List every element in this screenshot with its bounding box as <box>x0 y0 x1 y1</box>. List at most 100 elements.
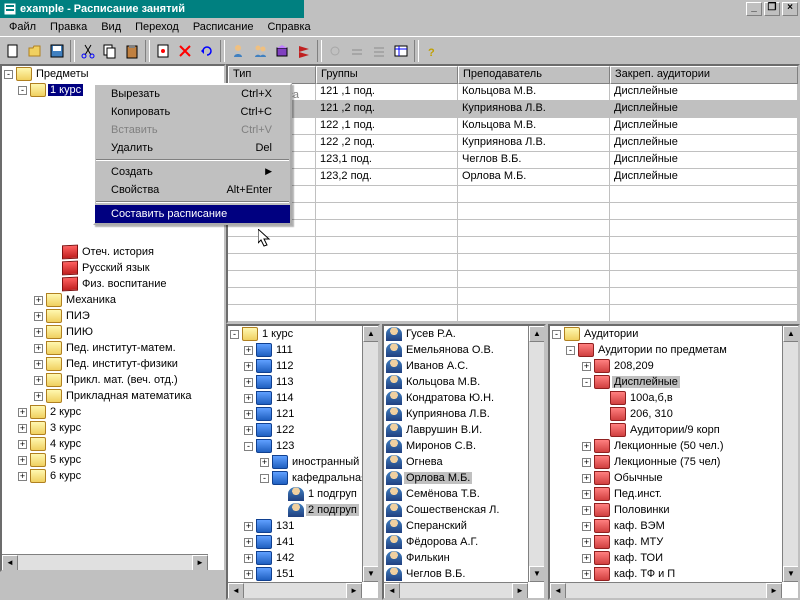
tree-kurs[interactable]: 5 курс <box>48 454 83 466</box>
tree-subject[interactable]: Отеч. история <box>80 246 156 258</box>
paste-icon[interactable] <box>121 40 143 62</box>
group-folder[interactable]: 151 <box>274 568 296 580</box>
menu-schedule[interactable]: Расписание <box>186 20 261 34</box>
nav1-icon[interactable] <box>227 40 249 62</box>
ctx-cut[interactable]: ВырезатьCtrl+X <box>95 85 290 103</box>
expand-icon[interactable]: + <box>34 376 43 385</box>
tree-kurs[interactable]: 6 курс <box>48 470 83 482</box>
room-cat[interactable]: Лекционные (75 чел) <box>612 456 722 468</box>
room-cat[interactable]: 208,209 <box>612 360 656 372</box>
group-folder[interactable]: 122 <box>274 424 296 436</box>
tool3-icon[interactable] <box>368 40 390 62</box>
room-item[interactable]: Аудитории/9 корп <box>628 424 722 436</box>
vscrollbar[interactable]: ▲▼ <box>528 326 544 582</box>
group-folder[interactable]: 142 <box>274 552 296 564</box>
expand-icon[interactable]: + <box>34 392 43 401</box>
vscrollbar[interactable]: ▲▼ <box>782 326 798 582</box>
expand-icon[interactable]: + <box>34 296 43 305</box>
tree-subject[interactable]: Физ. воспитание <box>80 278 168 290</box>
open-icon[interactable] <box>24 40 46 62</box>
minimize-button[interactable]: _ <box>746 2 762 16</box>
table-row[interactable] <box>228 305 798 322</box>
room-cat[interactable]: Дисплейные <box>612 376 680 388</box>
teacher-item[interactable]: Гусев Р.А. <box>404 328 458 340</box>
table-row[interactable]: 123,2 под.Орлова М.Б.Дисплейные <box>228 169 798 186</box>
table-row[interactable] <box>228 220 798 237</box>
room-cat[interactable]: каф. ТОИ <box>612 552 665 564</box>
group-folder[interactable]: 123 <box>274 440 296 452</box>
room-item[interactable]: 206, 310 <box>628 408 675 420</box>
table-row[interactable] <box>228 203 798 220</box>
teacher-item[interactable]: Куприянова Л.В. <box>404 408 492 420</box>
cut-icon[interactable] <box>77 40 99 62</box>
tree-folder[interactable]: Пед. институт-физики <box>64 358 180 370</box>
room-cat[interactable]: Лекционные (50 чел.) <box>612 440 726 452</box>
teacher-item[interactable]: Миронов С.В. <box>404 440 478 452</box>
tree-kurs[interactable]: 2 курс <box>48 406 83 418</box>
nav2-icon[interactable] <box>249 40 271 62</box>
teachers-tree[interactable]: Гусев Р.А.Емельянова О.В.Иванов А.С.Коль… <box>382 324 546 600</box>
expand-icon[interactable]: + <box>18 456 27 465</box>
close-button[interactable]: × <box>782 2 798 16</box>
hscrollbar[interactable]: ◄► <box>384 582 528 598</box>
teacher-item[interactable]: Семёнова Т.В. <box>404 488 482 500</box>
group-folder[interactable]: 111 <box>274 344 295 356</box>
room-cat[interactable]: Пед.инст. <box>612 488 664 500</box>
menu-view[interactable]: Вид <box>94 20 128 34</box>
tree-folder[interactable]: Прикл. мат. (веч. отд.) <box>64 374 180 386</box>
expand-icon[interactable]: + <box>34 344 43 353</box>
maximize-button[interactable]: ❐ <box>764 2 780 16</box>
tree-root[interactable]: Предметы <box>34 68 91 80</box>
subgroup[interactable]: 1 подгруп <box>306 488 359 500</box>
expand-icon[interactable]: - <box>4 70 13 79</box>
menu-file[interactable]: Файл <box>2 20 43 34</box>
column-groups[interactable]: Группы <box>316 66 458 84</box>
column-teacher[interactable]: Преподаватель <box>458 66 610 84</box>
teacher-item[interactable]: Кольцова М.В. <box>404 376 482 388</box>
teacher-item[interactable]: Сошественская Л. <box>404 504 501 516</box>
teacher-item[interactable]: Чеглов В.Б. <box>404 568 467 580</box>
table-row[interactable] <box>228 186 798 203</box>
rooms-root[interactable]: Аудитории <box>582 328 640 340</box>
ctx-make-schedule[interactable]: Составить расписание <box>95 205 290 223</box>
tool1-icon[interactable] <box>324 40 346 62</box>
menu-go[interactable]: Переход <box>128 20 186 34</box>
room-cat[interactable]: Половинки <box>612 504 671 516</box>
tree-folder[interactable]: Механика <box>64 294 118 306</box>
group-folder[interactable]: 141 <box>274 536 296 548</box>
hscrollbar[interactable]: ◄► <box>228 582 362 598</box>
hscrollbar[interactable]: ◄► <box>2 554 208 570</box>
vscrollbar[interactable]: ▲▼ <box>362 326 378 582</box>
ctx-copy[interactable]: КопироватьCtrl+C <box>95 103 290 121</box>
room-item[interactable]: 100а,б,в <box>628 392 675 404</box>
room-cat[interactable]: Обычные <box>612 472 665 484</box>
group-folder[interactable]: 112 <box>274 360 296 372</box>
column-type[interactable]: Тип <box>228 66 316 84</box>
column-rooms[interactable]: Закреп. аудитории <box>610 66 798 84</box>
group-folder[interactable]: 131 <box>274 520 296 532</box>
expand-icon[interactable]: + <box>34 360 43 369</box>
room-cat[interactable]: каф. ТФ и П <box>612 568 677 580</box>
expand-icon[interactable]: - <box>18 86 27 95</box>
tree-kurs[interactable]: 4 курс <box>48 438 83 450</box>
expand-icon[interactable]: + <box>18 472 27 481</box>
teacher-item[interactable]: Кондратова Ю.Н. <box>404 392 496 404</box>
groups-tree[interactable]: -1 курс+111+112+113+114+121+122-123+инос… <box>226 324 380 600</box>
expand-icon[interactable]: + <box>18 408 27 417</box>
tree-subject[interactable]: Русский язык <box>80 262 152 274</box>
save-icon[interactable] <box>46 40 68 62</box>
ctx-delete[interactable]: УдалитьDel <box>95 139 290 157</box>
delete-icon[interactable] <box>174 40 196 62</box>
table-row[interactable]: 122 ,1 под.Кольцова М.В.Дисплейные <box>228 118 798 135</box>
teacher-item[interactable]: Огнева <box>404 456 445 468</box>
tree-root[interactable]: 1 курс <box>260 328 295 340</box>
teacher-item[interactable]: Емельянова О.В. <box>404 344 496 356</box>
group-sub[interactable]: кафедральная <box>290 472 369 484</box>
teacher-item[interactable]: Сперанский <box>404 520 469 532</box>
nav3-icon[interactable] <box>271 40 293 62</box>
tree-folder[interactable]: ПИЭ <box>64 310 92 322</box>
undo-icon[interactable] <box>196 40 218 62</box>
hscrollbar[interactable]: ◄► <box>550 582 782 598</box>
group-folder[interactable]: 121 <box>274 408 296 420</box>
group-folder[interactable]: 113 <box>274 376 296 388</box>
